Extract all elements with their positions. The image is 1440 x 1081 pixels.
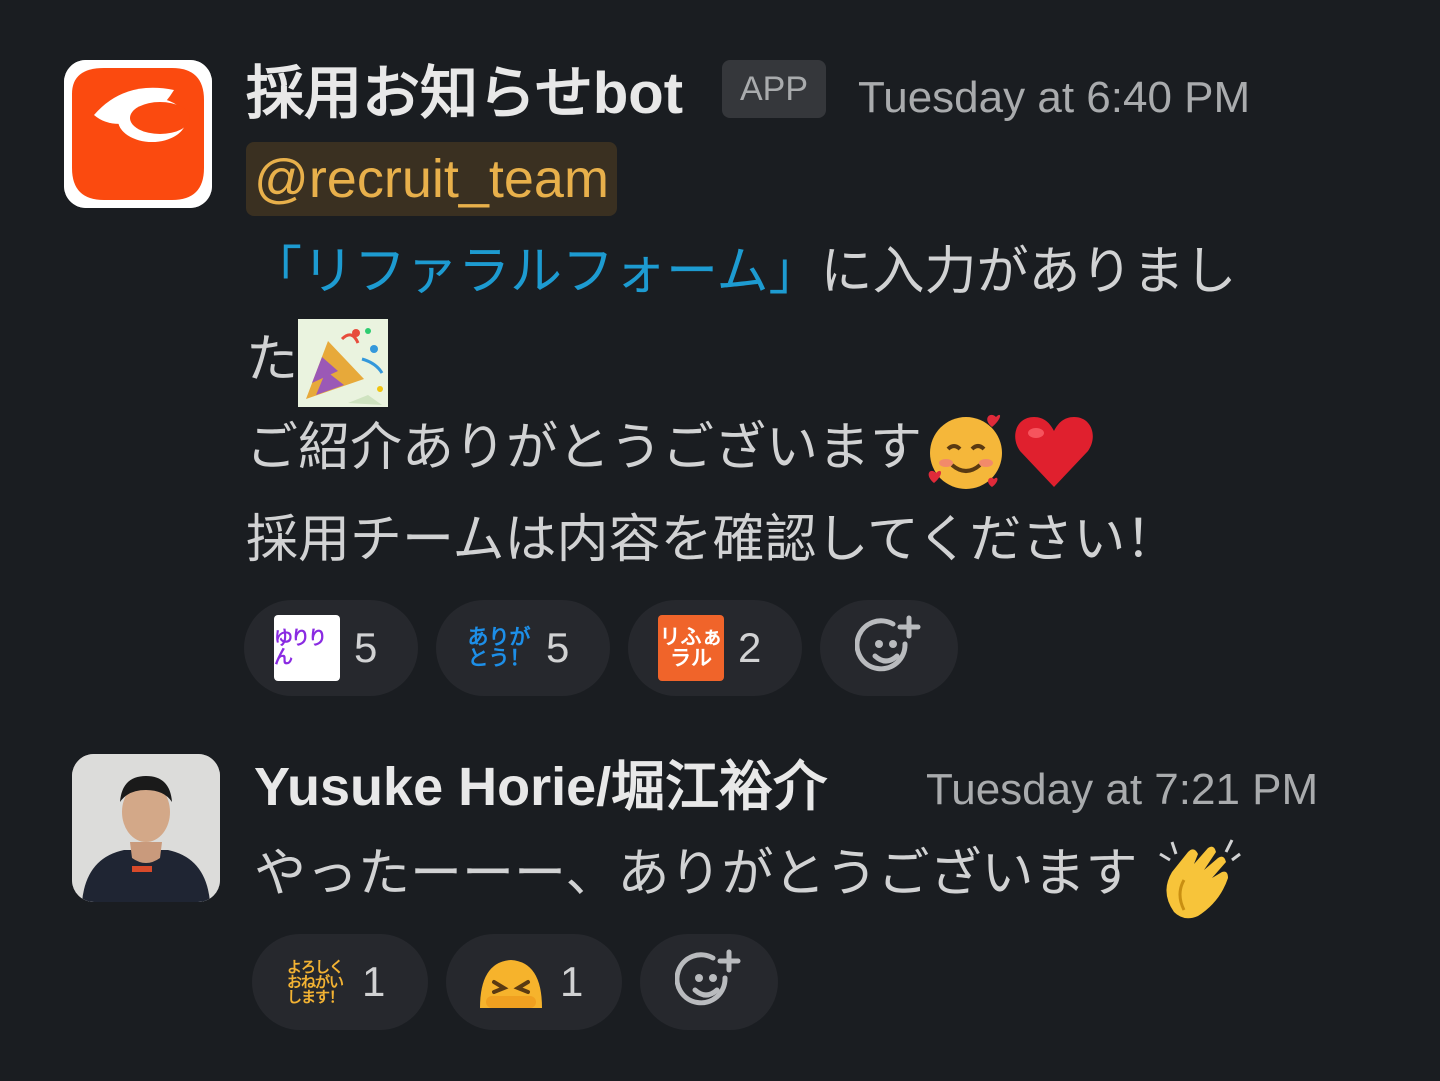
bowing-face-icon — [480, 960, 542, 1008]
yoroshiku-custom-icon: よろしく おねがい します！ — [286, 957, 344, 1006]
user-photo-avatar[interactable] — [72, 754, 220, 902]
add-reaction-button[interactable] — [640, 934, 778, 1030]
clapping-hands-icon — [1154, 832, 1244, 922]
message-line-1: やったーーー、ありがとうございます — [254, 830, 1244, 922]
message-user: Yusuke Horie/堀江裕介 Tuesday at 7:21 PM やった… — [0, 0, 1440, 1081]
sender-name[interactable]: Yusuke Horie/堀江裕介 — [254, 756, 827, 818]
message-text: やったーーー、ありがとうございます — [254, 844, 1138, 904]
reaction-count: 1 — [362, 958, 386, 1005]
reaction-yoroshiku[interactable]: よろしく おねがい します！ 1 — [252, 934, 428, 1030]
message-timestamp[interactable]: Tuesday at 7:21 PM — [926, 762, 1318, 818]
reaction-bar: よろしく おねがい します！ 1 1 — [252, 934, 778, 1030]
add-emoji-icon — [675, 949, 741, 1006]
reaction-bowing[interactable]: 1 — [446, 934, 622, 1030]
reaction-count: 1 — [560, 958, 584, 1005]
